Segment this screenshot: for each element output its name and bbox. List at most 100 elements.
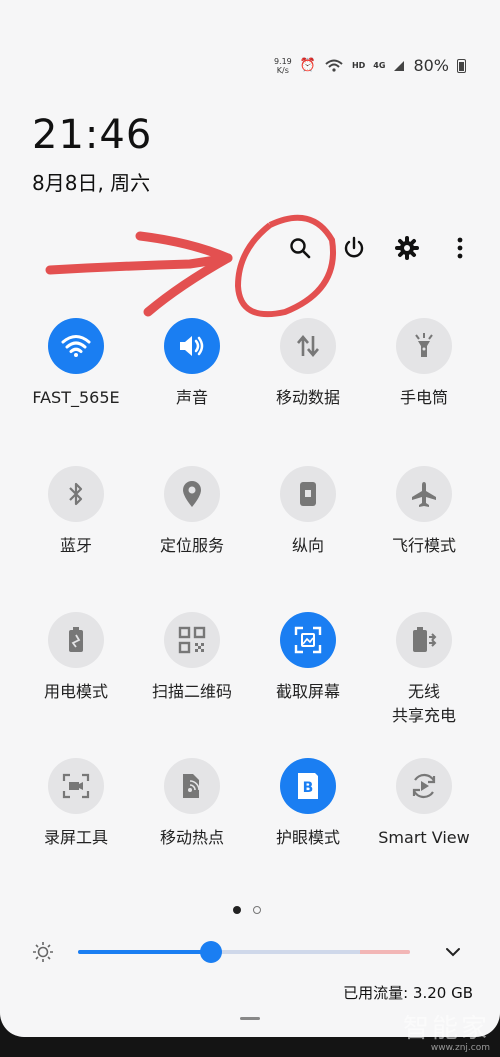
data-usage[interactable]: 已用流量: 3.20 GB bbox=[343, 982, 473, 1003]
toggle-label: 纵向 bbox=[291, 536, 324, 555]
quick-toggle-wifi[interactable]: FAST_565E bbox=[18, 318, 134, 410]
more-options-button[interactable] bbox=[444, 232, 476, 264]
toggle-button[interactable] bbox=[48, 758, 104, 814]
quick-toggle-screenshot[interactable]: 截取屏幕 bbox=[250, 612, 366, 704]
signal-icon bbox=[394, 60, 405, 71]
hd-icon: HD bbox=[351, 61, 366, 70]
settings-button[interactable] bbox=[391, 232, 423, 264]
mobile-data-icon bbox=[295, 334, 321, 358]
page-dot-1[interactable] bbox=[233, 906, 241, 914]
airplane-icon bbox=[410, 480, 438, 508]
page-dot-2[interactable] bbox=[253, 906, 261, 914]
search-icon bbox=[290, 238, 311, 259]
date[interactable]: 8月8日, 周六 bbox=[32, 167, 150, 196]
more-icon bbox=[457, 237, 463, 259]
quick-toggle-power-mode[interactable]: 用电模式 bbox=[18, 612, 134, 704]
quick-toggle-location[interactable]: 定位服务 bbox=[134, 466, 250, 558]
toggle-button[interactable] bbox=[48, 612, 104, 668]
toggle-button[interactable] bbox=[164, 612, 220, 668]
settings-icon bbox=[395, 236, 419, 260]
watermark: 智能家 www.znj.com bbox=[402, 1014, 490, 1053]
search-button[interactable] bbox=[284, 232, 316, 264]
quick-toggle-hotspot[interactable]: 移动热点 bbox=[134, 758, 250, 850]
quick-toggle-eye-comfort[interactable]: B 护眼模式 bbox=[250, 758, 366, 850]
quick-toggle-screen-record[interactable]: 录屏工具 bbox=[18, 758, 134, 850]
eye-comfort-icon: B bbox=[295, 771, 321, 801]
panel-handle[interactable] bbox=[240, 1017, 260, 1020]
toggle-button[interactable] bbox=[48, 318, 104, 374]
portrait-icon bbox=[298, 480, 318, 508]
toggle-button[interactable]: B bbox=[280, 758, 336, 814]
toggle-button[interactable] bbox=[164, 466, 220, 522]
toggle-button[interactable] bbox=[164, 318, 220, 374]
brightness-slider[interactable] bbox=[78, 950, 410, 954]
alarm-icon: ⏰ bbox=[299, 58, 316, 73]
page-indicator bbox=[233, 906, 261, 914]
toggle-label: 无线 共享充电 bbox=[391, 682, 456, 725]
quick-toggle-bluetooth[interactable]: 蓝牙 bbox=[18, 466, 134, 558]
brightness-control bbox=[30, 937, 470, 967]
brightness-high-zone bbox=[360, 950, 410, 954]
bluetooth-icon bbox=[66, 480, 86, 508]
hotspot-icon bbox=[179, 772, 205, 800]
brightness-thumb[interactable] bbox=[199, 941, 222, 963]
toggle-label: 手电筒 bbox=[399, 388, 448, 407]
screenshot-icon bbox=[293, 625, 323, 655]
toggle-label: 录屏工具 bbox=[43, 828, 108, 847]
svg-text:B: B bbox=[303, 780, 314, 796]
screen-record-icon bbox=[62, 773, 90, 799]
toggle-button[interactable] bbox=[396, 466, 452, 522]
battery-icon bbox=[457, 58, 466, 73]
quick-toggle-airplane[interactable]: 飞行模式 bbox=[366, 466, 482, 558]
quick-toggle-qr-code[interactable]: 扫描二维码 bbox=[134, 612, 250, 704]
toggle-button[interactable] bbox=[396, 758, 452, 814]
location-icon bbox=[181, 480, 203, 508]
smart-view-icon bbox=[409, 771, 439, 801]
battery-percent: 80% bbox=[413, 56, 449, 75]
clock[interactable]: 21:46 bbox=[32, 112, 152, 158]
quick-toggle-volume[interactable]: 声音 bbox=[134, 318, 250, 410]
quick-toggle-flashlight[interactable]: 手电筒 bbox=[366, 318, 482, 410]
toggle-button[interactable] bbox=[280, 466, 336, 522]
volume-icon bbox=[177, 334, 207, 358]
annotation-arrow-circle bbox=[45, 214, 336, 318]
toggle-label: 截取屏幕 bbox=[275, 682, 340, 701]
toggle-label: 移动数据 bbox=[275, 388, 340, 407]
toggle-button[interactable] bbox=[280, 612, 336, 668]
toggle-label: Smart View bbox=[378, 828, 470, 847]
toggle-label: 蓝牙 bbox=[59, 536, 92, 555]
quick-toggle-smart-view[interactable]: Smart View bbox=[366, 758, 482, 850]
network-speed: 9.19 K/s bbox=[273, 56, 292, 75]
network-type: 4G bbox=[373, 61, 386, 70]
top-actions bbox=[280, 232, 480, 266]
toggle-label: 护眼模式 bbox=[275, 828, 340, 847]
power-icon bbox=[344, 236, 364, 258]
wifi-calling-icon bbox=[325, 59, 343, 72]
chevron-down-icon[interactable] bbox=[444, 943, 462, 961]
quick-settings-panel: 9.19 K/s ⏰ HD 4G 80% 21:46 8月8日, 周六 FAST… bbox=[0, 0, 500, 1037]
brightness-icon bbox=[33, 942, 53, 962]
quick-toggle-mobile-data[interactable]: 移动数据 bbox=[250, 318, 366, 410]
toggle-label: 移动热点 bbox=[159, 828, 224, 847]
quick-toggle-wireless-share[interactable]: 无线 共享充电 bbox=[366, 612, 482, 728]
wireless-share-icon bbox=[410, 626, 438, 654]
toggle-label: 定位服务 bbox=[159, 536, 224, 555]
toggle-label: 声音 bbox=[175, 388, 208, 407]
status-bar: 9.19 K/s ⏰ HD 4G 80% bbox=[274, 56, 466, 75]
toggle-button[interactable] bbox=[164, 758, 220, 814]
toggle-label: 扫描二维码 bbox=[151, 682, 232, 701]
toggle-button[interactable] bbox=[48, 466, 104, 522]
toggle-label: 飞行模式 bbox=[391, 536, 456, 555]
toggle-label: FAST_565E bbox=[32, 388, 120, 407]
toggle-button[interactable] bbox=[396, 318, 452, 374]
wifi-icon bbox=[61, 334, 91, 358]
toggle-label: 用电模式 bbox=[43, 682, 108, 701]
toggle-button[interactable] bbox=[396, 612, 452, 668]
power-button[interactable] bbox=[338, 232, 370, 264]
qr-code-icon bbox=[178, 626, 206, 654]
power-mode-icon bbox=[66, 626, 86, 654]
brightness-fill bbox=[78, 950, 211, 954]
quick-toggle-portrait[interactable]: 纵向 bbox=[250, 466, 366, 558]
flashlight-icon bbox=[413, 333, 435, 359]
toggle-button[interactable] bbox=[280, 318, 336, 374]
